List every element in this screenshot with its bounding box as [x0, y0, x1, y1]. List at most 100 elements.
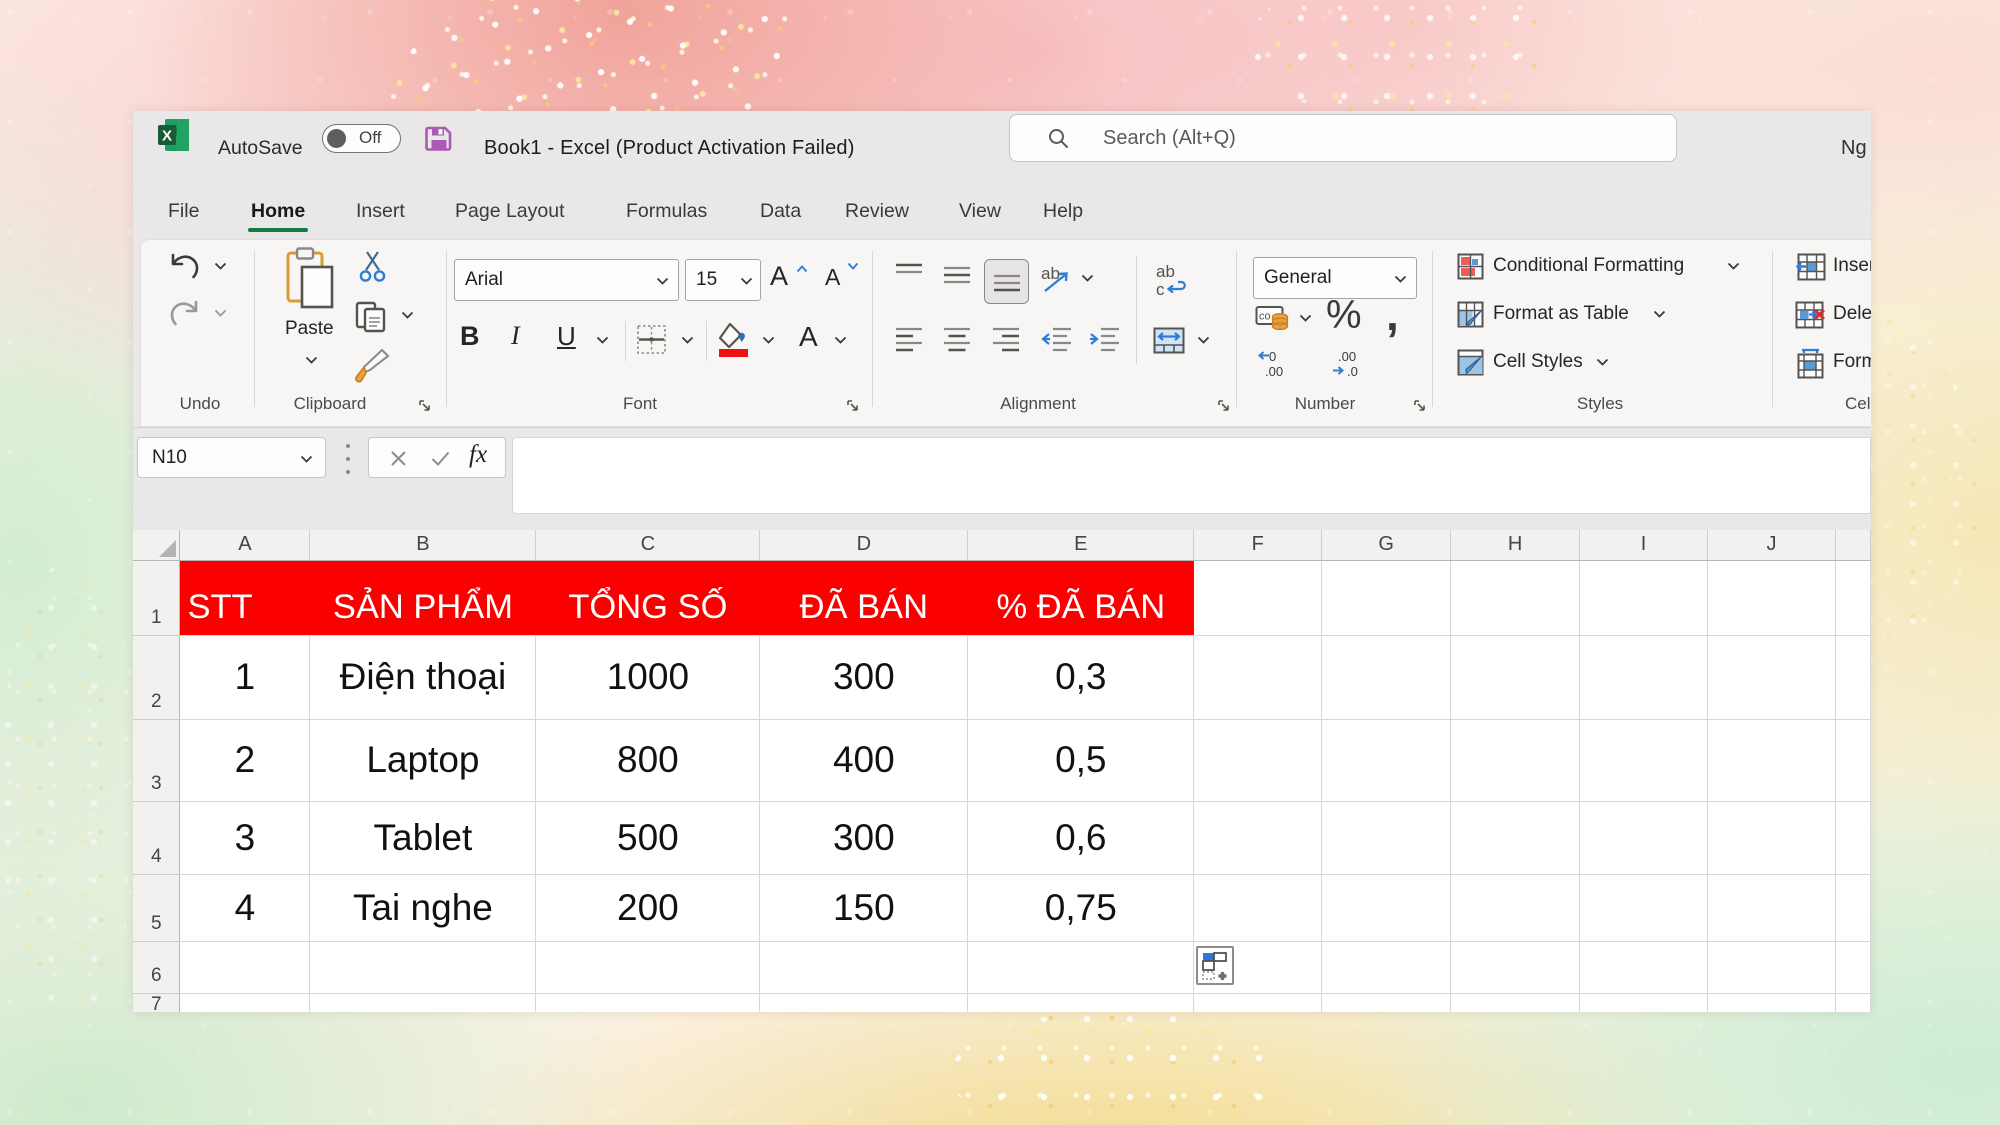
search-box[interactable]: Search (Alt+Q) [1009, 114, 1677, 162]
cell-F5[interactable] [1193, 874, 1323, 942]
cell-H3[interactable] [1450, 719, 1581, 802]
format-as-table-icon[interactable] [1457, 301, 1484, 328]
cell-B2[interactable]: Điện thoại [309, 635, 537, 720]
cell-J4[interactable] [1707, 801, 1836, 875]
orientation-icon[interactable]: ab [1041, 261, 1075, 297]
cell-K6[interactable] [1835, 941, 1871, 994]
cell-H5[interactable] [1450, 874, 1581, 942]
cell-J7[interactable] [1707, 993, 1836, 1012]
format-as-table-chevron[interactable] [1653, 310, 1666, 318]
align-bottom-button-selected[interactable] [984, 259, 1029, 304]
cell-G5[interactable] [1321, 874, 1452, 942]
cell-I4[interactable] [1579, 801, 1709, 875]
cell-I1[interactable] [1579, 560, 1709, 636]
cell-I2[interactable] [1579, 635, 1709, 720]
redo-icon[interactable] [168, 298, 201, 327]
cell-K1[interactable] [1835, 560, 1871, 636]
tab-help[interactable]: Help [1043, 185, 1083, 239]
copy-icon[interactable] [355, 301, 388, 333]
cell-G3[interactable] [1321, 719, 1452, 802]
increase-indent-icon[interactable] [1089, 326, 1119, 352]
column-header-E[interactable]: E [967, 530, 1195, 561]
column-header-G[interactable]: G [1321, 530, 1452, 561]
font-size-combo[interactable]: 15 [685, 259, 761, 301]
cell-I6[interactable] [1579, 941, 1709, 994]
paste-label[interactable]: Paste [285, 318, 334, 340]
cell-H6[interactable] [1450, 941, 1581, 994]
row-header-3[interactable]: 3 [133, 719, 181, 802]
conditional-formatting-label[interactable]: Conditional Formatting [1493, 255, 1684, 277]
cell-K3[interactable] [1835, 719, 1871, 802]
percent-style-icon[interactable]: % [1326, 293, 1362, 338]
cut-icon[interactable] [359, 250, 386, 284]
format-as-table-label[interactable]: Format as Table [1493, 303, 1629, 325]
font-color-icon[interactable]: A [799, 321, 818, 353]
cell-J5[interactable] [1707, 874, 1836, 942]
cell-F3[interactable] [1193, 719, 1323, 802]
cell-A4[interactable]: 3 [179, 801, 311, 875]
fx-icon[interactable]: fx [469, 441, 487, 469]
borders-chevron[interactable] [681, 336, 694, 344]
format-cells-label[interactable]: Format [1833, 351, 1871, 373]
cell-E1[interactable]: % ĐÃ BÁN [967, 560, 1195, 636]
column-header-I[interactable]: I [1579, 530, 1709, 561]
cell-B7[interactable] [309, 993, 537, 1012]
cell-G2[interactable] [1321, 635, 1452, 720]
cell-B4[interactable]: Tablet [309, 801, 537, 875]
number-dialog-launcher[interactable] [1414, 400, 1426, 412]
row-header-5[interactable]: 5 [133, 874, 181, 942]
increase-font-icon[interactable]: A [770, 261, 808, 292]
row-header-7[interactable]: 7 [133, 993, 181, 1012]
cell-J6[interactable] [1707, 941, 1836, 994]
cell-I7[interactable] [1579, 993, 1709, 1012]
undo-dropdown-chevron[interactable] [214, 262, 227, 270]
increase-decimal-icon[interactable]: 0 .00 [1257, 349, 1291, 379]
format-painter-icon[interactable] [352, 348, 390, 384]
cell-H7[interactable] [1450, 993, 1581, 1012]
accounting-chevron[interactable] [1299, 314, 1312, 322]
cell-D5[interactable]: 150 [759, 874, 969, 942]
column-header-B[interactable]: B [309, 530, 537, 561]
cell-C6[interactable] [535, 941, 761, 994]
cell-D1[interactable]: ĐÃ BÁN [759, 560, 969, 636]
cell-E5[interactable]: 0,75 [967, 874, 1195, 942]
tab-home[interactable]: Home [248, 185, 309, 239]
column-header-D[interactable]: D [759, 530, 969, 561]
fill-color-icon[interactable] [716, 322, 752, 359]
delete-cells-icon[interactable] [1795, 301, 1826, 329]
insert-cells-label[interactable]: Insert [1833, 255, 1871, 277]
cell-C1[interactable]: TỔNG SỐ [535, 560, 761, 636]
cell-K5[interactable] [1835, 874, 1871, 942]
cell-styles-chevron[interactable] [1596, 358, 1609, 366]
cell-C4[interactable]: 500 [535, 801, 761, 875]
clipboard-dialog-launcher[interactable] [419, 400, 431, 412]
cell-B3[interactable]: Laptop [309, 719, 537, 802]
decrease-decimal-icon[interactable]: .00 .0 [1331, 349, 1365, 379]
autosave-toggle[interactable]: Off [322, 124, 401, 153]
cell-G6[interactable] [1321, 941, 1452, 994]
align-left-icon[interactable] [896, 326, 922, 352]
enter-icon[interactable] [431, 451, 450, 466]
tab-page-layout[interactable]: Page Layout [455, 185, 565, 239]
account-name[interactable]: Ng [1841, 111, 1867, 185]
select-all-corner[interactable] [133, 530, 181, 561]
cell-J3[interactable] [1707, 719, 1836, 802]
cell-D6[interactable] [759, 941, 969, 994]
italic-button[interactable]: I [511, 321, 520, 351]
cell-E3[interactable]: 0,5 [967, 719, 1195, 802]
cell-D2[interactable]: 300 [759, 635, 969, 720]
accounting-format-icon[interactable]: co [1255, 305, 1291, 333]
cell-styles-label[interactable]: Cell Styles [1493, 351, 1583, 373]
cell-styles-icon[interactable] [1457, 349, 1484, 376]
decrease-indent-icon[interactable] [1041, 326, 1071, 352]
cell-J1[interactable] [1707, 560, 1836, 636]
cell-F2[interactable] [1193, 635, 1323, 720]
formula-bar-handle[interactable]: • • • [344, 437, 352, 480]
cell-B5[interactable]: Tai nghe [309, 874, 537, 942]
cell-D7[interactable] [759, 993, 969, 1012]
wrap-text-icon[interactable]: ab c [1155, 261, 1191, 301]
row-header-2[interactable]: 2 [133, 635, 181, 720]
font-dialog-launcher[interactable] [847, 400, 859, 412]
tab-insert[interactable]: Insert [356, 185, 405, 239]
bold-button[interactable]: B [460, 321, 480, 352]
